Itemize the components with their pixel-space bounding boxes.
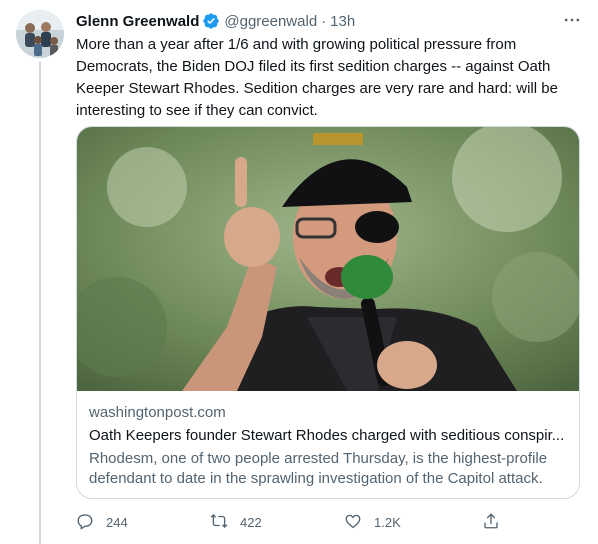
share-button[interactable] xyxy=(482,510,500,534)
verified-icon xyxy=(202,12,220,30)
card-domain: washingtonpost.com xyxy=(89,404,226,421)
reply-count: 244 xyxy=(106,514,128,530)
retweet-button[interactable]: 422 xyxy=(210,510,262,534)
author-name[interactable]: Glenn Greenwald xyxy=(76,13,199,30)
card-title: Oath Keepers founder Stewart Rhodes char… xyxy=(89,427,565,444)
author-handle[interactable]: @ggreenwald xyxy=(224,13,317,30)
reply-icon xyxy=(76,512,94,533)
like-count: 1.2K xyxy=(374,514,401,530)
avatar[interactable] xyxy=(16,10,64,58)
tweet-header: Glenn Greenwald @ggreenwald · 13h xyxy=(76,11,355,31)
more-icon[interactable] xyxy=(560,10,584,34)
action-bar: 244 422 1.2K xyxy=(76,510,506,534)
retweet-count: 422 xyxy=(240,514,262,530)
timestamp[interactable]: 13h xyxy=(330,13,355,30)
retweet-icon xyxy=(210,512,228,533)
reply-button[interactable]: 244 xyxy=(76,510,128,534)
separator-dot: · xyxy=(321,12,327,30)
share-icon xyxy=(482,512,500,533)
like-icon xyxy=(344,512,362,533)
tweet[interactable]: Glenn Greenwald @ggreenwald · 13h More t… xyxy=(0,0,598,544)
card-description: Rhodesm, one of two people arrested Thur… xyxy=(89,450,548,487)
tweet-text: More than a year after 1/6 and with grow… xyxy=(76,36,558,119)
like-button[interactable]: 1.2K xyxy=(344,510,401,534)
link-card[interactable]: washingtonpost.com Oath Keepers founder … xyxy=(76,126,580,499)
thread-line xyxy=(39,62,41,544)
card-image[interactable] xyxy=(77,127,579,391)
